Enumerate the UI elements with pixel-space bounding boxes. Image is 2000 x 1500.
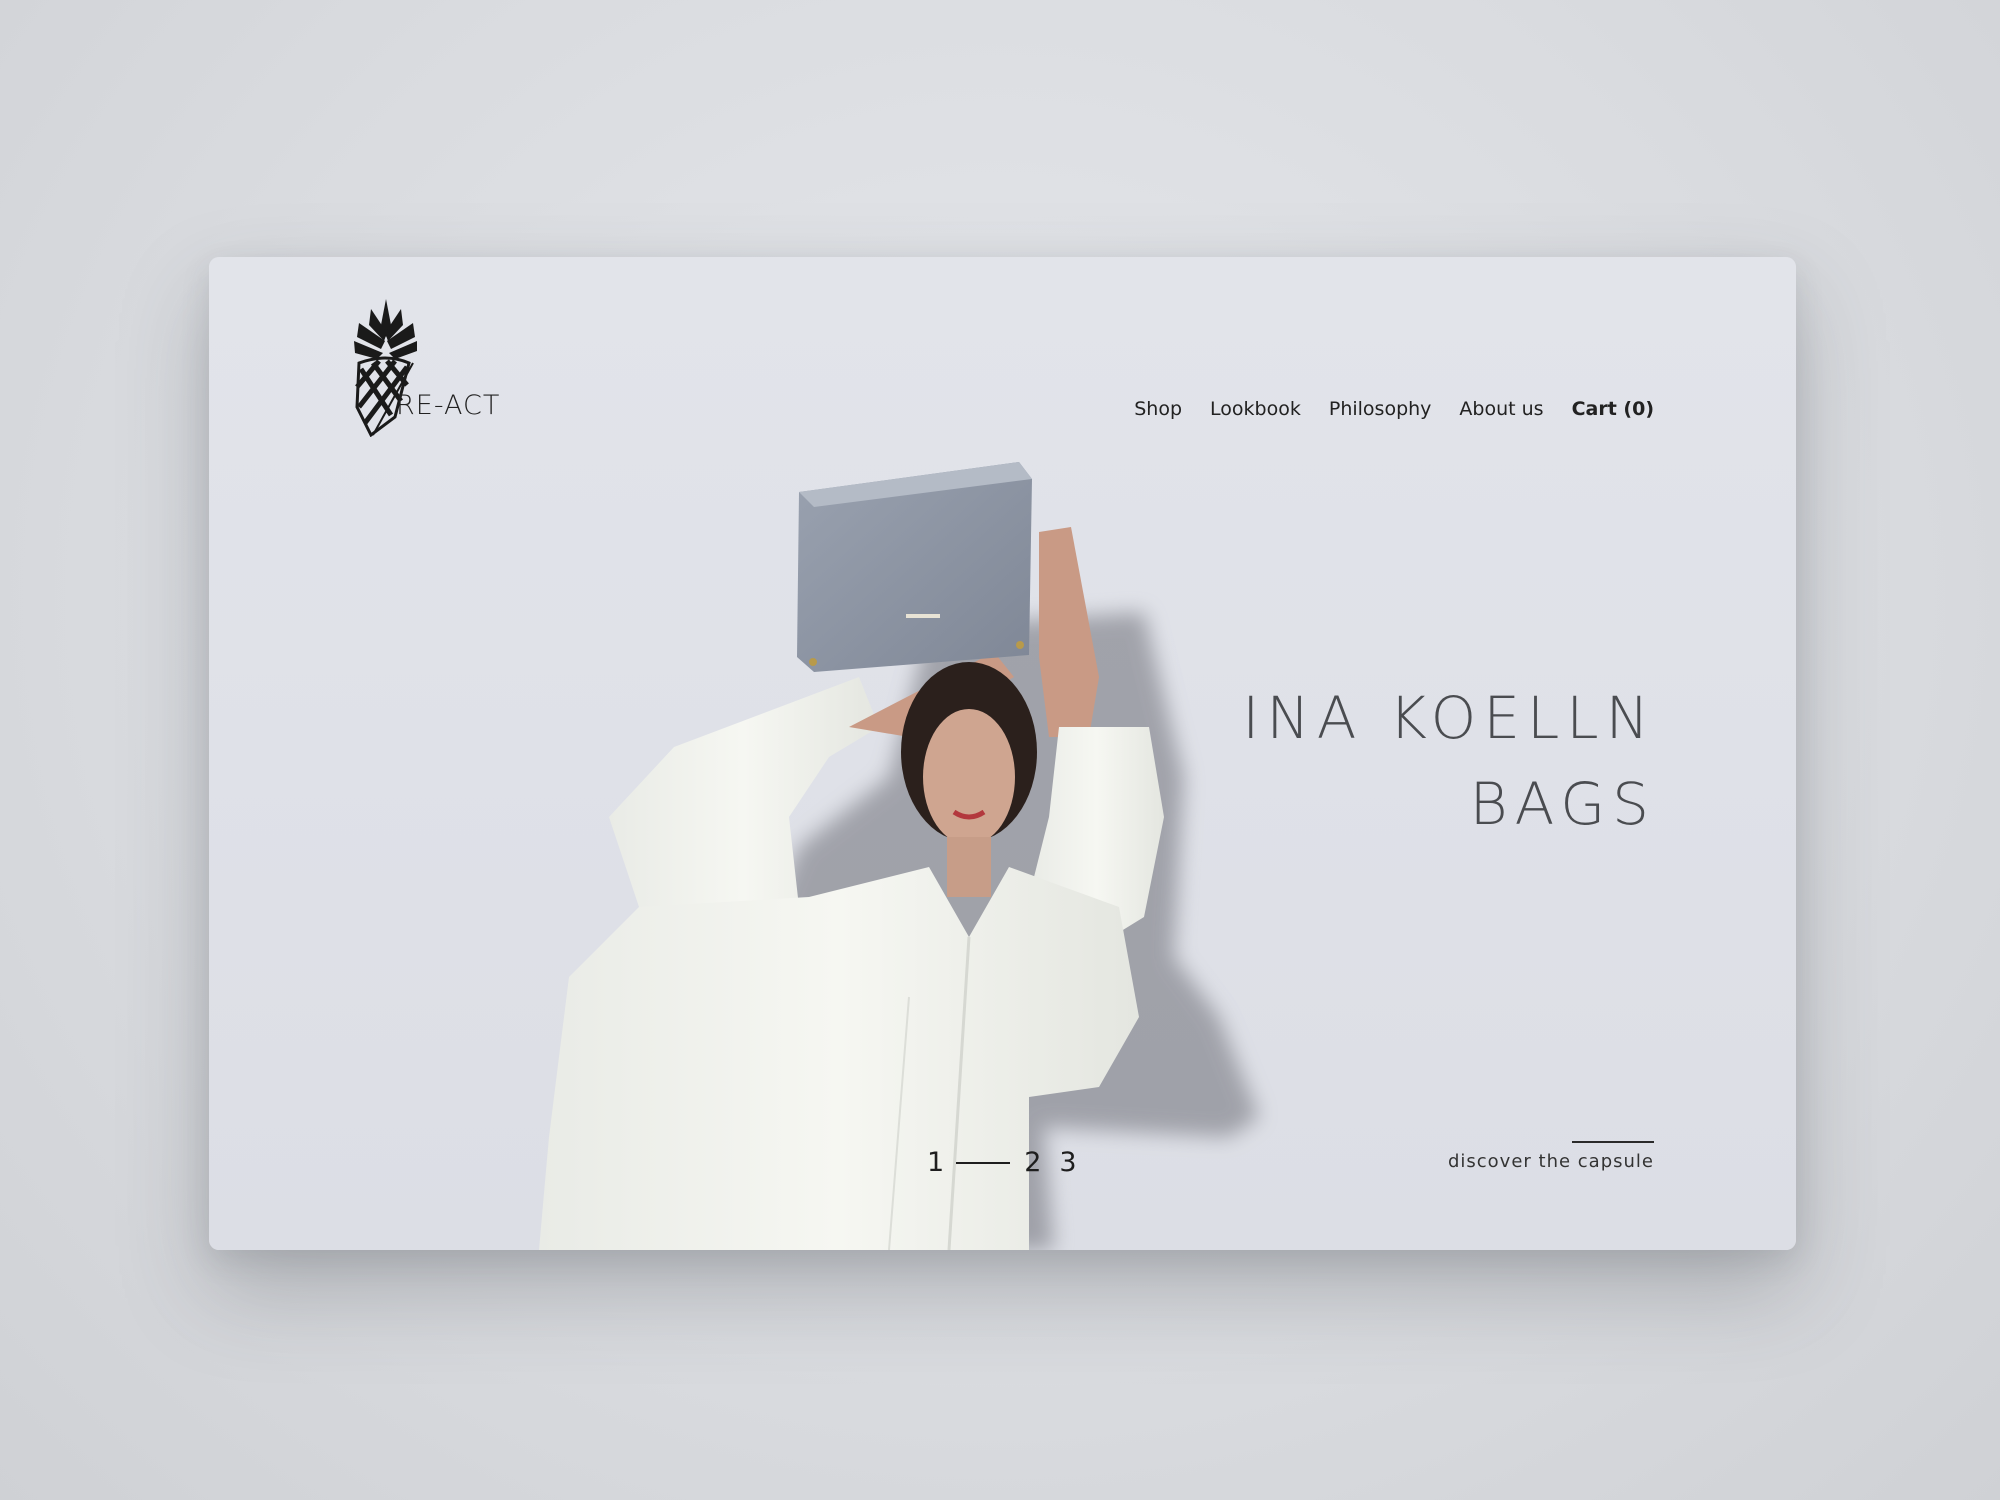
pager-item-1[interactable]: 1 bbox=[927, 1147, 944, 1178]
nav-philosophy[interactable]: Philosophy bbox=[1329, 398, 1432, 420]
main-nav: Shop Lookbook Philosophy About us Cart (… bbox=[1134, 398, 1654, 420]
brand-name[interactable]: RE-ACT bbox=[396, 390, 500, 421]
nav-about-us[interactable]: About us bbox=[1459, 398, 1543, 420]
cta-underline bbox=[1572, 1141, 1654, 1143]
nav-shop[interactable]: Shop bbox=[1134, 398, 1182, 420]
headline-line-2: BAGS bbox=[1469, 770, 1656, 838]
slide-pager: 1 2 3 bbox=[927, 1147, 1077, 1178]
pager-item-3[interactable]: 3 bbox=[1059, 1147, 1076, 1178]
discover-capsule-link[interactable]: discover the capsule bbox=[1448, 1141, 1654, 1172]
nav-lookbook[interactable]: Lookbook bbox=[1210, 398, 1301, 420]
headline-line-1: INA KOELLN bbox=[1242, 684, 1656, 752]
pager-item-2[interactable]: 2 bbox=[1024, 1147, 1041, 1178]
pager-active-indicator bbox=[956, 1161, 1011, 1164]
nav-cart[interactable]: Cart (0) bbox=[1572, 398, 1654, 420]
hero-card: RE-ACT Shop Lookbook Philosophy About us… bbox=[209, 257, 1796, 1250]
hero-headline: INA KOELLN BAGS bbox=[1242, 675, 1656, 847]
cta-label: discover the capsule bbox=[1447, 1151, 1654, 1172]
